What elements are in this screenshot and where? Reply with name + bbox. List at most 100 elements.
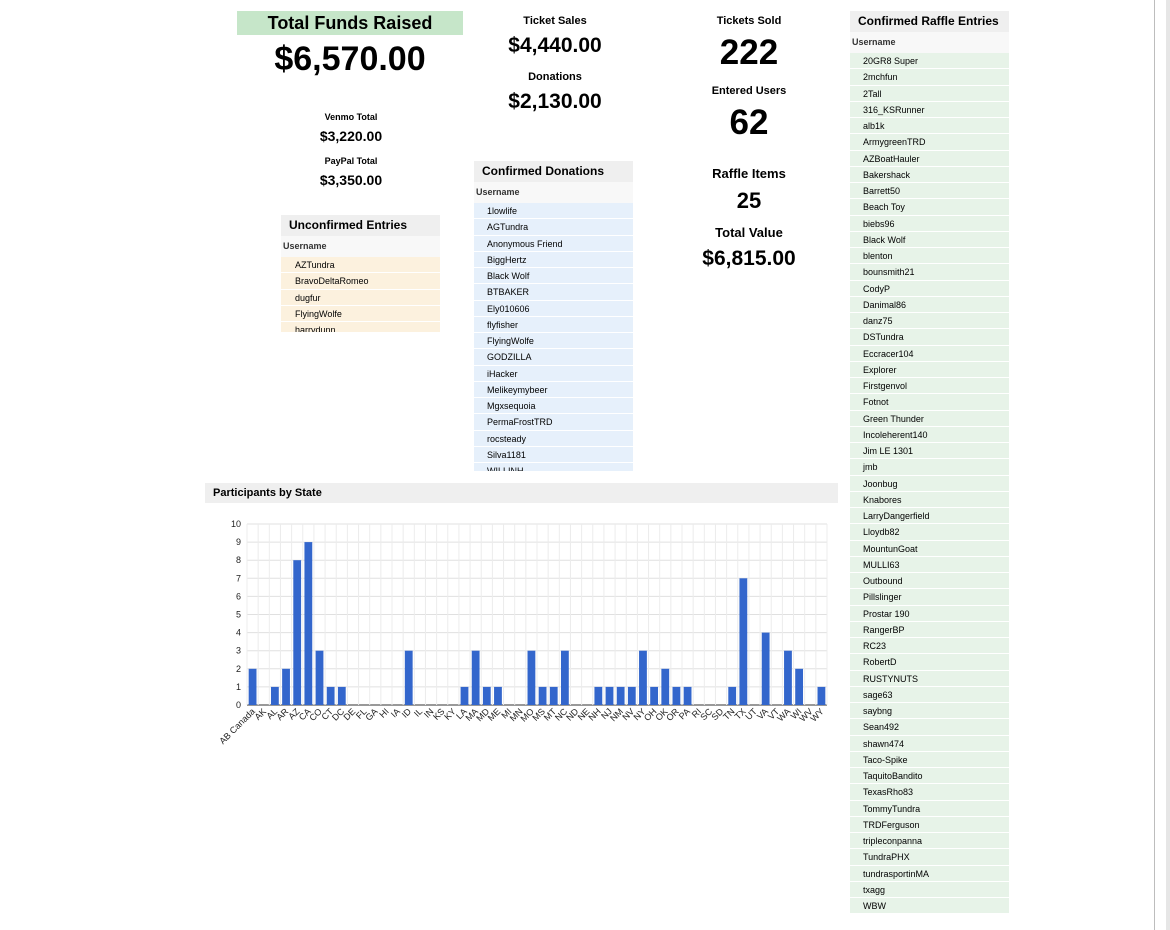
raffle-entry-row[interactable]: shawn474 xyxy=(850,735,1009,752)
donations-value: $2,130.00 xyxy=(508,90,602,113)
raffle-entry-row[interactable]: Jim LE 1301 xyxy=(850,443,1009,460)
raffle-entry-row[interactable]: saybng xyxy=(850,703,1009,720)
raffle-entry-row[interactable]: RC23 xyxy=(850,638,1009,655)
raffle-entry-row[interactable]: Outbound xyxy=(850,573,1009,590)
raffle-entry-row[interactable]: blenton xyxy=(850,248,1009,265)
raffle-entry-row[interactable]: Prostar 190 xyxy=(850,605,1009,622)
page-edge xyxy=(1154,0,1155,930)
donation-row[interactable]: rocsteady xyxy=(474,430,633,447)
raffle-entry-row[interactable]: TRDFerguson xyxy=(850,816,1009,833)
raffle-entry-row[interactable]: bounsmith21 xyxy=(850,264,1009,281)
raffle-entry-row[interactable]: Black Wolf xyxy=(850,231,1009,248)
raffle-entry-row[interactable]: tundrasportinMA xyxy=(850,865,1009,882)
donation-row[interactable]: GODZILLA xyxy=(474,349,633,366)
unconfirmed-entries-panel: Unconfirmed Entries Username AZTundra Bra… xyxy=(281,215,440,332)
donation-row[interactable]: Mgxsequoia xyxy=(474,398,633,415)
unconfirmed-entry-row[interactable]: harrydunn xyxy=(281,322,440,332)
raffle-entry-row[interactable]: ArmygreenTRD xyxy=(850,134,1009,151)
bar-nh xyxy=(594,686,603,705)
donation-row[interactable]: AGTundra xyxy=(474,219,633,236)
raffle-list[interactable]: 20GR8 Super 2mchfun 2Tall 316_KSRunner alb1k… xyxy=(850,53,1009,923)
unconfirmed-entry-row[interactable]: BravoDeltaRomeo xyxy=(281,273,440,290)
bar-oh xyxy=(650,686,659,705)
raffle-entry-row[interactable]: AZBoatHauler xyxy=(850,150,1009,167)
raffle-entry-row[interactable]: MountunGoat xyxy=(850,540,1009,557)
donation-row[interactable]: Melikeymybeer xyxy=(474,381,633,398)
donation-row[interactable]: FlyingWolfe xyxy=(474,333,633,350)
raffle-entry-row[interactable]: Green Thunder xyxy=(850,410,1009,427)
raffle-entry-row[interactable]: 2mchfun xyxy=(850,69,1009,86)
raffle-entry-row[interactable]: DSTundra xyxy=(850,329,1009,346)
raffle-entry-row[interactable]: Taco-Spike xyxy=(850,751,1009,768)
unconfirmed-entries-title: Unconfirmed Entries xyxy=(281,215,440,236)
raffle-entry-row[interactable]: Danimal86 xyxy=(850,296,1009,313)
raffle-entry-row[interactable]: txagg xyxy=(850,881,1009,898)
raffle-entry-row[interactable]: RangerBP xyxy=(850,621,1009,638)
ticket-sales-label: Ticket Sales xyxy=(523,15,587,27)
raffle-entry-row[interactable]: Bakershack xyxy=(850,166,1009,183)
raffle-entry-row[interactable]: danz75 xyxy=(850,313,1009,330)
venmo-total-value: $3,220.00 xyxy=(319,128,383,144)
raffle-entry-row[interactable]: Fotnot xyxy=(850,394,1009,411)
raffle-entry-row[interactable]: 2Tall xyxy=(850,85,1009,102)
raffle-entry-row[interactable]: tripleconpanna xyxy=(850,833,1009,850)
y-tick-label: 5 xyxy=(236,610,241,620)
raffle-entry-row[interactable]: Joonbug xyxy=(850,475,1009,492)
donation-row[interactable]: Ely010606 xyxy=(474,300,633,317)
bar-mt xyxy=(549,686,558,705)
donation-row[interactable]: Silva1181 xyxy=(474,446,633,463)
raffle-entry-row[interactable]: WBW xyxy=(850,898,1009,915)
entered-users-value: 62 xyxy=(729,103,769,142)
raffle-entry-row[interactable]: TaquitoBandito xyxy=(850,768,1009,785)
unconfirmed-list[interactable]: AZTundra BravoDeltaRomeo dugfur FlyingWolfe… xyxy=(281,257,440,332)
paypal-total-value: $3,350.00 xyxy=(319,172,383,188)
raffle-entry-row[interactable]: Eccracer104 xyxy=(850,345,1009,362)
bar-mo xyxy=(527,650,536,705)
raffle-entry-row[interactable]: CodyP xyxy=(850,280,1009,297)
unconfirmed-column-header: Username xyxy=(281,236,440,257)
raffle-entry-row[interactable]: jmb xyxy=(850,459,1009,476)
bar-la xyxy=(460,686,469,705)
raffle-entry-row[interactable]: Sean492 xyxy=(850,719,1009,736)
tickets-sold-value: 222 xyxy=(719,33,779,72)
raffle-entry-row[interactable]: Pillslinger xyxy=(850,589,1009,606)
unconfirmed-entry-row[interactable]: AZTundra xyxy=(281,257,440,274)
raffle-entry-row[interactable]: Lloydb82 xyxy=(850,524,1009,541)
y-tick-label: 1 xyxy=(236,682,241,692)
donation-row[interactable]: WILLINH xyxy=(474,463,633,471)
raffle-entry-row[interactable]: RobertD xyxy=(850,654,1009,671)
donation-row[interactable]: 1lowlife xyxy=(474,203,633,220)
scrollbar-track[interactable] xyxy=(1166,0,1170,930)
raffle-entry-row[interactable]: sage63 xyxy=(850,686,1009,703)
raffle-entry-row[interactable]: 316_KSRunner xyxy=(850,101,1009,118)
raffle-entries-title: Confirmed Raffle Entries xyxy=(850,11,1009,32)
donation-row[interactable]: BTBAKER xyxy=(474,284,633,301)
bar-dc xyxy=(337,686,346,705)
donation-row[interactable]: iHacker xyxy=(474,365,633,382)
raffle-entry-row[interactable]: LarryDangerfield xyxy=(850,508,1009,525)
raffle-entry-row[interactable]: Beach Toy xyxy=(850,199,1009,216)
raffle-entry-row[interactable]: Incoleherent140 xyxy=(850,426,1009,443)
raffle-entry-row[interactable]: alb1k xyxy=(850,118,1009,135)
donation-row[interactable]: PermaFrostTRD xyxy=(474,414,633,431)
donation-row[interactable]: Anonymous Friend xyxy=(474,235,633,252)
raffle-entry-row[interactable]: MULLI63 xyxy=(850,556,1009,573)
donation-row[interactable]: BiggHertz xyxy=(474,251,633,268)
raffle-entry-row[interactable]: 20GR8 Super xyxy=(850,53,1009,70)
raffle-entry-row[interactable]: TundraPHX xyxy=(850,849,1009,866)
raffle-entry-row[interactable]: Barrett50 xyxy=(850,183,1009,200)
donations-list[interactable]: 1lowlife AGTundra Anonymous Friend BiggHert… xyxy=(474,203,633,471)
bar-nm xyxy=(616,686,625,705)
raffle-entry-row[interactable]: TommyTundra xyxy=(850,800,1009,817)
unconfirmed-entry-row[interactable]: FlyingWolfe xyxy=(281,305,440,322)
raffle-entry-row[interactable]: Explorer xyxy=(850,361,1009,378)
raffle-entry-row[interactable]: TexasRho83 xyxy=(850,784,1009,801)
donation-row[interactable]: Black Wolf xyxy=(474,268,633,285)
raffle-entry-row[interactable]: biebs96 xyxy=(850,215,1009,232)
raffle-entry-row[interactable]: RUSTYNUTS xyxy=(850,670,1009,687)
raffle-entry-row[interactable]: Knabores xyxy=(850,491,1009,508)
venmo-total-label: Venmo Total xyxy=(324,112,378,122)
raffle-entry-row[interactable]: Firstgenvol xyxy=(850,378,1009,395)
donation-row[interactable]: flyfisher xyxy=(474,316,633,333)
unconfirmed-entry-row[interactable]: dugfur xyxy=(281,289,440,306)
